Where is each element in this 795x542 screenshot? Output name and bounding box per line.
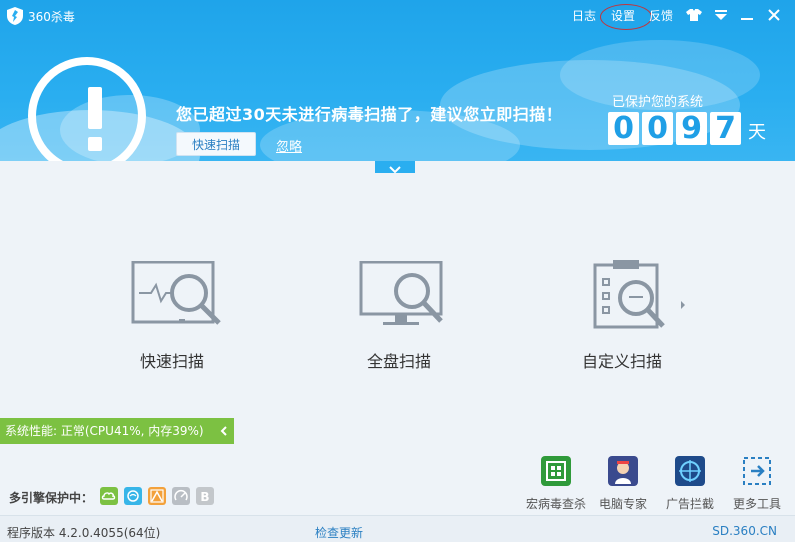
scan-overdue-message: 您已超过30天未进行病毒扫描了，建议您立即扫描！ — [176, 105, 563, 124]
custom-scan-label[interactable]: 自定义扫描 — [582, 348, 662, 372]
day-digit: 7 — [710, 112, 741, 145]
performance-status: 系统性能: 正常(CPU41%, 内存39%) — [5, 424, 204, 438]
cloud-engine-icon[interactable] — [100, 487, 118, 505]
custom-scan-icon — [593, 260, 685, 329]
skin-shirt-icon[interactable] — [685, 6, 703, 24]
more-tools-icon — [742, 456, 772, 486]
macro-virus-label: 宏病毒查杀 — [525, 497, 586, 511]
website-link[interactable]: SD.360.CN — [712, 524, 777, 538]
ignore-link[interactable]: 忽略 — [276, 136, 302, 155]
program-version: 程序版本 4.2.0.4055(64位) — [7, 526, 161, 540]
svg-text:B: B — [200, 490, 209, 504]
protected-days-counter: 0 0 9 7 — [608, 112, 741, 145]
pc-expert-icon — [608, 456, 638, 486]
ad-block-tool[interactable]: 广告拦截 — [658, 456, 722, 512]
minimize-icon[interactable] — [738, 6, 756, 24]
ad-block-label: 广告拦截 — [665, 497, 714, 511]
warning-exclamation-icon — [28, 57, 146, 161]
protected-days-label: 已保护您的系统 — [612, 95, 704, 110]
collapse-arrow-icon[interactable] — [218, 418, 230, 444]
quick-scan-option[interactable] — [112, 260, 232, 335]
title-bar: 360杀毒 日志 设置 反馈 — [0, 0, 795, 32]
multi-engine-label: 多引擎保护中： — [9, 491, 94, 505]
menu-dropdown-icon[interactable] — [712, 6, 730, 24]
system-performance-bar: 系统性能: 正常(CPU41%, 内存39%) — [0, 418, 234, 444]
day-digit: 0 — [608, 112, 639, 145]
macro-virus-tool[interactable]: 宏病毒查杀 — [524, 456, 588, 512]
bitdefender-engine-icon[interactable]: B — [196, 487, 214, 505]
feedback-link[interactable]: 反馈 — [649, 7, 673, 24]
log-link[interactable]: 日志 — [572, 7, 596, 24]
qvm-engine-icon[interactable] — [124, 487, 142, 505]
full-scan-icon — [359, 260, 443, 325]
check-update-link[interactable]: 检查更新 — [315, 524, 363, 541]
day-digit: 0 — [642, 112, 673, 145]
day-digit: 9 — [676, 112, 707, 145]
more-tools-label: 更多工具 — [732, 497, 781, 511]
status-footer: 程序版本 4.2.0.4055(64位) 检查更新 SD.360.CN — [0, 515, 795, 542]
days-unit: 天 — [748, 122, 766, 143]
header-banner: 360杀毒 日志 设置 反馈 您已超过30天未进行病毒扫描了，建议您立即扫描！ … — [0, 0, 795, 161]
expand-toggle[interactable] — [375, 161, 415, 174]
full-scan-option[interactable] — [340, 260, 460, 335]
settings-highlight-circle — [600, 4, 652, 30]
chevron-down-icon — [389, 166, 401, 174]
macro-virus-icon — [541, 456, 571, 486]
system-repair-engine-icon[interactable] — [172, 487, 190, 505]
close-icon[interactable] — [765, 6, 783, 24]
quick-scan-button[interactable]: 快速扫描 — [176, 132, 256, 156]
more-tools-tool[interactable]: 更多工具 — [725, 456, 789, 512]
app-title: 360杀毒 — [28, 10, 75, 24]
custom-scan-option[interactable] — [572, 259, 692, 335]
shield-logo-icon — [7, 7, 23, 25]
pc-expert-tool[interactable]: 电脑专家 — [591, 456, 655, 512]
quick-scan-label[interactable]: 快速扫描 — [140, 348, 204, 372]
ad-block-icon — [675, 456, 705, 486]
quick-scan-icon — [131, 260, 221, 325]
full-scan-label[interactable]: 全盘扫描 — [367, 348, 431, 372]
pc-expert-label: 电脑专家 — [598, 497, 647, 511]
avira-engine-icon[interactable] — [148, 487, 166, 505]
